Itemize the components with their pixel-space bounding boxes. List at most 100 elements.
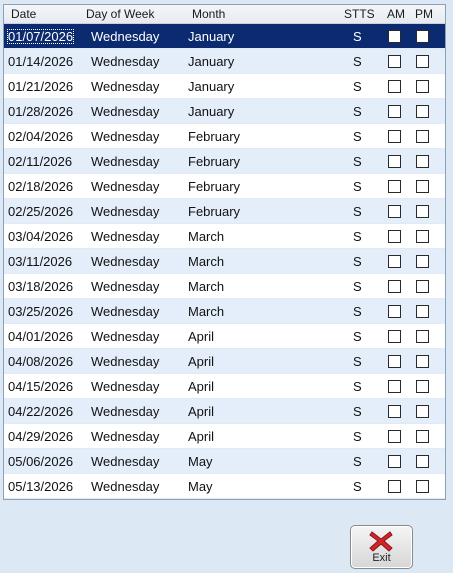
pm-checkbox[interactable] — [416, 280, 429, 293]
stts-cell: S — [353, 304, 362, 319]
table-row[interactable]: 04/15/2026 Wednesday April S — [4, 374, 445, 399]
table-row[interactable]: 02/11/2026 Wednesday February S — [4, 149, 445, 174]
am-checkbox[interactable] — [388, 480, 401, 493]
table-row[interactable]: 05/13/2026 Wednesday May S — [4, 474, 445, 499]
stts-cell: S — [353, 104, 362, 119]
day-of-week-cell: Wednesday — [91, 254, 160, 269]
column-header-month[interactable]: Month — [192, 7, 225, 21]
table-row[interactable]: 03/11/2026 Wednesday March S — [4, 249, 445, 274]
am-checkbox[interactable] — [388, 230, 401, 243]
table-row[interactable]: 03/04/2026 Wednesday March S — [4, 224, 445, 249]
date-cell: 04/15/2026 — [8, 379, 74, 394]
pm-checkbox[interactable] — [416, 130, 429, 143]
pm-checkbox[interactable] — [416, 380, 429, 393]
table-row[interactable]: 01/28/2026 Wednesday January S — [4, 99, 445, 124]
pm-checkbox[interactable] — [416, 205, 429, 218]
am-checkbox[interactable] — [388, 305, 401, 318]
am-checkbox[interactable] — [388, 130, 401, 143]
am-checkbox[interactable] — [388, 355, 401, 368]
table-row[interactable]: 02/18/2026 Wednesday February S — [4, 174, 445, 199]
column-header-pm[interactable]: PM — [415, 7, 433, 21]
am-checkbox[interactable] — [388, 255, 401, 268]
table-row[interactable]: 04/22/2026 Wednesday April S — [4, 399, 445, 424]
column-header-stts[interactable]: STTS — [344, 7, 375, 21]
day-of-week-cell: Wednesday — [91, 104, 160, 119]
date-cell: 03/25/2026 — [8, 304, 74, 319]
stts-cell: S — [353, 279, 362, 294]
exit-button[interactable]: Exit — [350, 525, 413, 569]
day-of-week-cell: Wednesday — [91, 229, 160, 244]
date-cell: 05/06/2026 — [8, 454, 74, 469]
table-row[interactable]: 01/14/2026 Wednesday January S — [4, 49, 445, 74]
table-row[interactable]: 01/21/2026 Wednesday January S — [4, 74, 445, 99]
date-cell: 04/29/2026 — [8, 429, 74, 444]
am-checkbox[interactable] — [388, 405, 401, 418]
date-cell: 01/14/2026 — [8, 54, 74, 69]
pm-checkbox[interactable] — [416, 355, 429, 368]
table-row[interactable]: 03/25/2026 Wednesday March S — [4, 299, 445, 324]
stts-cell: S — [353, 129, 362, 144]
month-cell: February — [188, 154, 241, 169]
month-cell: January — [188, 54, 235, 69]
am-checkbox[interactable] — [388, 280, 401, 293]
pm-checkbox[interactable] — [416, 155, 429, 168]
pm-checkbox[interactable] — [416, 105, 429, 118]
pm-checkbox[interactable] — [416, 455, 429, 468]
am-checkbox[interactable] — [388, 205, 401, 218]
am-checkbox[interactable] — [388, 330, 401, 343]
stts-cell: S — [353, 154, 362, 169]
am-checkbox[interactable] — [388, 105, 401, 118]
pm-checkbox[interactable] — [416, 255, 429, 268]
stts-cell: S — [353, 354, 362, 369]
pm-checkbox[interactable] — [416, 55, 429, 68]
date-cell: 01/07/2026 — [7, 29, 75, 44]
am-checkbox[interactable] — [388, 380, 401, 393]
stts-cell: S — [353, 79, 362, 94]
pm-checkbox[interactable] — [416, 305, 429, 318]
date-cell: 04/22/2026 — [8, 404, 74, 419]
day-of-week-cell: Wednesday — [91, 129, 160, 144]
day-of-week-cell: Wednesday — [91, 279, 160, 294]
table-row[interactable]: 05/06/2026 Wednesday May S — [4, 449, 445, 474]
am-checkbox[interactable] — [388, 155, 401, 168]
am-checkbox[interactable] — [388, 430, 401, 443]
stts-cell: S — [353, 254, 362, 269]
stts-cell: S — [353, 229, 362, 244]
day-of-week-cell: Wednesday — [91, 154, 160, 169]
am-checkbox[interactable] — [388, 80, 401, 93]
table-row[interactable]: 02/25/2026 Wednesday February S — [4, 199, 445, 224]
pm-checkbox[interactable] — [416, 180, 429, 193]
column-header-am[interactable]: AM — [387, 7, 405, 21]
month-cell: April — [188, 379, 215, 394]
pm-checkbox[interactable] — [416, 330, 429, 343]
table-row[interactable]: 04/08/2026 Wednesday April S — [4, 349, 445, 374]
stts-cell: S — [353, 29, 362, 44]
table-row[interactable]: 04/29/2026 Wednesday April S — [4, 424, 445, 449]
pm-checkbox[interactable] — [416, 480, 429, 493]
date-cell: 01/28/2026 — [8, 104, 74, 119]
pm-checkbox[interactable] — [416, 80, 429, 93]
day-of-week-cell: Wednesday — [91, 354, 160, 369]
table-row[interactable]: 03/18/2026 Wednesday March S — [4, 274, 445, 299]
exit-button-label: Exit — [372, 552, 391, 564]
am-checkbox[interactable] — [388, 55, 401, 68]
stts-cell: S — [353, 379, 362, 394]
pm-checkbox[interactable] — [416, 405, 429, 418]
am-checkbox[interactable] — [388, 455, 401, 468]
table-row[interactable]: 04/01/2026 Wednesday April S — [4, 324, 445, 349]
month-cell: March — [188, 279, 225, 294]
month-cell: February — [188, 129, 241, 144]
day-of-week-cell: Wednesday — [91, 329, 160, 344]
day-of-week-cell: Wednesday — [91, 404, 160, 419]
column-header-day-of-week[interactable]: Day of Week — [86, 7, 154, 21]
table-row[interactable]: 01/07/2026 Wednesday January S — [4, 24, 445, 49]
am-checkbox[interactable] — [388, 180, 401, 193]
pm-checkbox[interactable] — [416, 230, 429, 243]
day-of-week-cell: Wednesday — [91, 304, 160, 319]
table-row[interactable]: 02/04/2026 Wednesday February S — [4, 124, 445, 149]
pm-checkbox[interactable] — [416, 30, 429, 43]
column-header-date[interactable]: Date — [11, 7, 36, 21]
day-of-week-cell: Wednesday — [91, 429, 160, 444]
am-checkbox[interactable] — [388, 30, 401, 43]
pm-checkbox[interactable] — [416, 430, 429, 443]
